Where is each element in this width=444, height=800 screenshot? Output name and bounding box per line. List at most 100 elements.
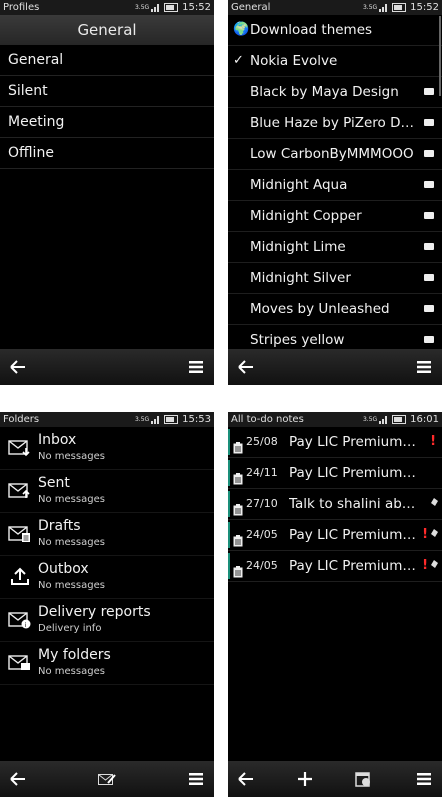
- signal-icon: [151, 3, 161, 12]
- folder-list: Inbox No messages Sent No messages Drafts No …: [0, 427, 214, 685]
- menu-icon: [189, 773, 203, 785]
- scrollbar[interactable]: [439, 16, 441, 96]
- todo-item[interactable]: 25/08 Pay LIC Premium monthly!: [228, 427, 442, 458]
- profile-item[interactable]: General: [0, 45, 214, 76]
- options-menu-button[interactable]: [412, 767, 436, 791]
- folder-item[interactable]: My folders No messages: [0, 642, 214, 685]
- folder-item[interactable]: Outbox No messages: [0, 556, 214, 599]
- network-indicator: 3.5G: [134, 4, 150, 11]
- profile-list: General Silent Meeting Offline: [0, 45, 214, 169]
- back-button[interactable]: [6, 767, 30, 791]
- back-arrow-icon: [238, 772, 253, 786]
- theme-item-selected[interactable]: ✓ Nokia Evolve: [228, 46, 442, 77]
- todo-screen: All to-do notes 3.5G 16:01 25/08 Pay LIC …: [228, 412, 442, 797]
- sent-icon: [8, 481, 32, 501]
- theme-item[interactable]: Low CarbonByMMMOOO: [228, 139, 442, 170]
- clock: 15:53: [182, 414, 211, 425]
- signal-icon: [379, 415, 389, 424]
- folder-name: Delivery reports: [38, 604, 151, 620]
- folder-name: Inbox: [38, 432, 77, 448]
- theme-tag-icon: [424, 212, 434, 219]
- status-title: General: [231, 2, 271, 13]
- theme-tag-icon: [424, 119, 434, 126]
- theme-tag-icon: [424, 336, 434, 343]
- new-message-icon: [98, 774, 116, 785]
- toolbar: [228, 349, 442, 385]
- plus-icon: [298, 772, 312, 786]
- network-indicator: 3.5G: [134, 416, 150, 423]
- download-themes-label: Download themes: [250, 22, 373, 38]
- todo-date: 24/05: [246, 528, 278, 541]
- back-button[interactable]: [6, 355, 30, 379]
- theme-item-label: Black by Maya Design: [250, 84, 399, 100]
- folder-item[interactable]: i Delivery reports Delivery info: [0, 599, 214, 642]
- outbox-icon: [8, 567, 32, 587]
- theme-item[interactable]: Black by Maya Design: [228, 77, 442, 108]
- theme-tag-icon: [424, 243, 434, 250]
- calendar-button[interactable]: [351, 767, 375, 791]
- todo-item[interactable]: 27/10 Talk to shalini about it: [228, 489, 442, 520]
- status-bar: Profiles 3.5G 15:52: [0, 0, 214, 15]
- calendar-icon: [355, 772, 370, 787]
- theme-item[interactable]: Midnight Aqua: [228, 170, 442, 201]
- todo-date: 25/08: [246, 435, 278, 448]
- todo-item[interactable]: 24/11 Pay LIC Premium of policy: [228, 458, 442, 489]
- checkmark-icon: ✓: [233, 53, 244, 68]
- add-note-button[interactable]: [293, 767, 317, 791]
- folder-item[interactable]: Sent No messages: [0, 470, 214, 513]
- profile-item[interactable]: Silent: [0, 76, 214, 107]
- folder-status: Delivery info: [38, 623, 102, 634]
- todo-text: Pay LIC Premium due: [289, 558, 416, 574]
- menu-icon: [417, 361, 431, 373]
- options-menu-button[interactable]: [184, 355, 208, 379]
- toolbar: [228, 761, 442, 797]
- my-folders-icon: [8, 653, 32, 673]
- toolbar: [0, 349, 214, 385]
- todo-list: 25/08 Pay LIC Premium monthly! 24/11 Pay LI…: [228, 427, 442, 582]
- clock: 16:01: [410, 414, 439, 425]
- profile-item[interactable]: Meeting: [0, 107, 214, 138]
- profile-item[interactable]: Offline: [0, 138, 214, 169]
- download-themes-item[interactable]: 🌍 Download themes: [228, 15, 442, 46]
- options-menu-button[interactable]: [184, 767, 208, 791]
- options-menu-button[interactable]: [412, 355, 436, 379]
- todo-date: 24/05: [246, 559, 278, 572]
- priority-icon: !: [430, 434, 436, 449]
- back-button[interactable]: [234, 355, 258, 379]
- theme-item-label: Moves by Unleashed: [250, 301, 390, 317]
- theme-item[interactable]: Blue Haze by PiZero Design: [228, 108, 442, 139]
- reminder-icon: [430, 520, 439, 550]
- status-title: All to-do notes: [231, 414, 304, 425]
- theme-tag-icon: [424, 150, 434, 157]
- theme-item[interactable]: Midnight Silver: [228, 263, 442, 294]
- todo-date: 27/10: [246, 497, 278, 510]
- clock: 15:52: [410, 2, 439, 13]
- theme-item[interactable]: Midnight Copper: [228, 201, 442, 232]
- folder-item[interactable]: Inbox No messages: [0, 427, 214, 470]
- theme-item[interactable]: Midnight Lime: [228, 232, 442, 263]
- theme-item[interactable]: Moves by Unleashed: [228, 294, 442, 325]
- todo-text: Pay LIC Premium monthly: [289, 434, 416, 450]
- back-button[interactable]: [234, 767, 258, 791]
- theme-item-label: Midnight Silver: [250, 270, 351, 286]
- back-arrow-icon: [10, 772, 25, 786]
- todo-item[interactable]: 24/05 Pay LIC Premium due!: [228, 551, 442, 582]
- menu-icon: [417, 773, 431, 785]
- signal-icon: [379, 3, 389, 12]
- folder-name: Sent: [38, 475, 70, 491]
- theme-item-label: Midnight Aqua: [250, 177, 348, 193]
- status-bar: Folders 3.5G 15:53: [0, 412, 214, 427]
- folder-item[interactable]: Drafts No messages: [0, 513, 214, 556]
- folder-status: No messages: [38, 666, 105, 677]
- clock: 15:52: [182, 2, 211, 13]
- todo-text: Pay LIC Premium due: [289, 527, 416, 543]
- todo-item[interactable]: 24/05 Pay LIC Premium due!: [228, 520, 442, 551]
- status-bar: General 3.5G 15:52: [228, 0, 442, 15]
- theme-tag-icon: [424, 88, 434, 95]
- page-title: General: [0, 15, 214, 45]
- globe-icon: 🌍: [233, 22, 250, 37]
- new-message-button[interactable]: [95, 767, 119, 791]
- back-arrow-icon: [10, 360, 25, 374]
- folder-status: No messages: [38, 537, 105, 548]
- priority-icon: !: [422, 558, 428, 573]
